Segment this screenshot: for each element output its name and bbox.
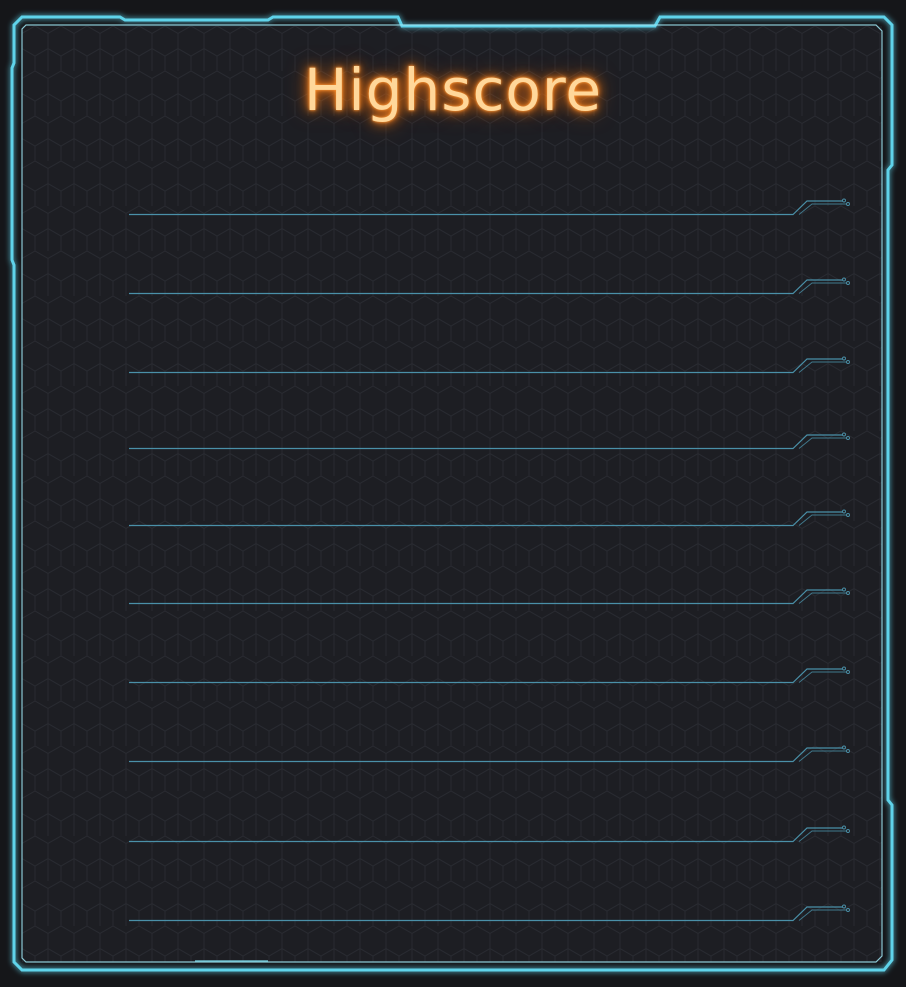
row-underline <box>129 587 850 605</box>
highscore-row <box>129 901 851 922</box>
row-underline <box>129 198 850 216</box>
highscore-row <box>129 274 851 295</box>
row-underline <box>129 277 850 295</box>
row-underline <box>129 825 850 843</box>
highscore-row <box>129 506 851 527</box>
row-underline <box>129 904 850 922</box>
highscore-row <box>129 663 851 684</box>
highscore-row <box>129 429 851 450</box>
row-underline <box>129 745 850 763</box>
highscore-row <box>129 195 851 216</box>
highscore-row <box>129 742 851 763</box>
row-underline <box>129 432 850 450</box>
highscore-row <box>129 822 851 843</box>
row-underline <box>129 509 850 527</box>
highscore-screen: Highscore <box>0 0 906 987</box>
highscore-row <box>129 353 851 374</box>
row-underline <box>129 666 850 684</box>
highscore-list <box>0 0 906 987</box>
highscore-row <box>129 584 851 605</box>
row-underline <box>129 356 850 374</box>
